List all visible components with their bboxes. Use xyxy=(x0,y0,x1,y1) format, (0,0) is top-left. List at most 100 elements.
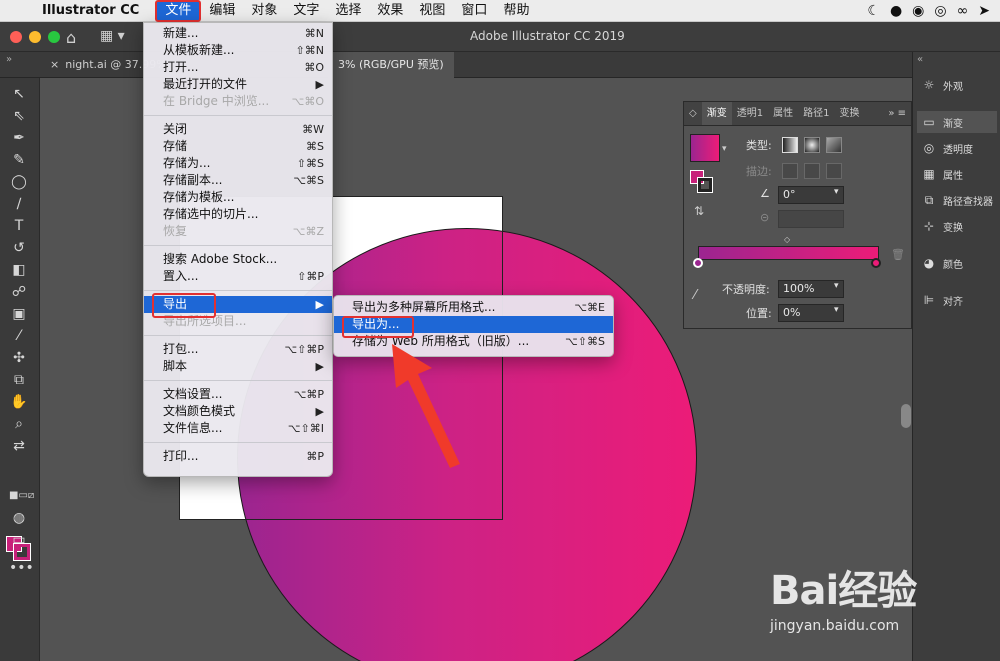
eyedropper-icon[interactable]: ⁄ xyxy=(694,288,696,303)
wechat-icon[interactable]: ◉ xyxy=(912,3,924,19)
tab-gradient[interactable]: 渐变 xyxy=(701,102,732,125)
radial-gradient-button[interactable] xyxy=(804,137,820,153)
reverse-gradient-icon[interactable]: ⇅ xyxy=(694,204,704,218)
tab-attributes[interactable]: 属性 xyxy=(768,102,798,125)
pen-tool-icon[interactable]: ✒ xyxy=(9,128,29,148)
menu-object[interactable]: 对象 xyxy=(243,0,285,22)
export-submenu-item[interactable]: 导出为... xyxy=(334,316,613,333)
file-menu-item[interactable]: 文档设置... ⌥⌘P xyxy=(144,386,332,403)
app-name-menu[interactable]: Illustrator CC xyxy=(36,3,145,18)
menu-window[interactable]: 窗口 xyxy=(453,0,495,22)
file-menu-item[interactable]: 存储 ⌘S xyxy=(144,138,332,155)
tab-close-icon[interactable]: × xyxy=(50,58,59,71)
menu-type[interactable]: 文字 xyxy=(285,0,327,22)
tab-pathfinder[interactable]: 路径1 xyxy=(798,102,834,125)
menu-view[interactable]: 视图 xyxy=(411,0,453,22)
curvature-tool-icon[interactable]: ✎ xyxy=(9,150,29,170)
location-dropdown-icon[interactable]: ▾ xyxy=(834,305,839,315)
type-tool-icon[interactable]: T xyxy=(9,216,29,236)
midpoint-icon[interactable]: ◇ xyxy=(784,235,790,244)
file-menu-item[interactable]: 打包... ⌥⇧⌘P xyxy=(144,341,332,358)
export-submenu-item[interactable]: 导出为多种屏幕所用格式... ⌥⌘E xyxy=(334,299,613,316)
tab-transform[interactable]: 变换 xyxy=(834,102,864,125)
tab-transparency[interactable]: 透明1 xyxy=(732,102,768,125)
minimize-window-button[interactable] xyxy=(29,31,41,43)
panel-appearance[interactable]: ☼ 外观 xyxy=(921,74,1000,96)
qq-icon[interactable]: ● xyxy=(890,3,902,19)
weibo-icon[interactable]: ◎ xyxy=(934,3,946,19)
freeform-gradient-button[interactable] xyxy=(826,137,842,153)
menu-help[interactable]: 帮助 xyxy=(495,0,537,22)
file-menu-item[interactable]: 关闭 ⌘W xyxy=(144,121,332,138)
file-menu-item[interactable]: 导出 ▶ xyxy=(144,296,332,313)
aspect-ratio-input[interactable] xyxy=(778,210,844,228)
eraser-tool-icon[interactable]: ◧ xyxy=(9,260,29,280)
file-menu-item[interactable]: 存储为... ⇧⌘S xyxy=(144,155,332,172)
panel-transparency[interactable]: ◎ 透明度 xyxy=(921,137,1000,159)
zoom-window-button[interactable] xyxy=(48,31,60,43)
moon-icon[interactable]: ☾ xyxy=(867,3,880,19)
selection-tool-icon[interactable]: ↖ xyxy=(9,84,29,104)
panel-grip-icon[interactable]: ◇ xyxy=(684,102,702,125)
file-menu-item[interactable]: 搜索 Adobe Stock... xyxy=(144,251,332,268)
color-mode-icons[interactable]: ■▭⧄ xyxy=(9,486,34,506)
tab-active-document[interactable]: 3% (RGB/GPU 预览) xyxy=(328,52,454,78)
file-menu-item[interactable]: 文件信息... ⌥⇧⌘I xyxy=(144,420,332,437)
gradient-stop-start[interactable] xyxy=(693,258,703,268)
expand-panels-icon[interactable]: « xyxy=(917,54,923,65)
draw-mode-icon[interactable]: ◍ xyxy=(9,508,29,528)
opacity-dropdown-icon[interactable]: ▾ xyxy=(834,281,839,291)
hand-tool-icon[interactable]: ✋ xyxy=(9,392,29,412)
panel-transform[interactable]: ⊹ 变换 xyxy=(921,215,1000,237)
collapse-panels-icon[interactable]: » xyxy=(6,54,12,65)
file-menu-item[interactable]: 置入... ⇧⌘P xyxy=(144,268,332,285)
file-menu-item[interactable]: 脚本 ▶ xyxy=(144,358,332,375)
file-menu-item[interactable]: 打印... ⌘P xyxy=(144,448,332,465)
file-menu-item[interactable]: 恢复 ⌥⌘Z xyxy=(144,223,332,240)
file-menu-item[interactable]: 新建... ⌘N xyxy=(144,25,332,42)
zoom-tool-icon[interactable]: ⌕ xyxy=(9,414,29,434)
panel-attributes[interactable]: ▦ 属性 xyxy=(921,163,1000,185)
direct-selection-tool-icon[interactable]: ⇖ xyxy=(9,106,29,126)
gradient-tool-icon[interactable]: ▣ xyxy=(9,304,29,324)
creative-cloud-icon[interactable]: ∞ xyxy=(957,3,969,19)
more-tools-icon[interactable]: ••• xyxy=(9,558,34,578)
ellipse-tool-icon[interactable]: ◯ xyxy=(9,172,29,192)
panel-align[interactable]: ⊫ 对齐 xyxy=(921,289,1000,311)
panel-pathfinder[interactable]: ⧉ 路径查找器 xyxy=(921,189,1000,211)
menu-edit[interactable]: 编辑 xyxy=(201,0,243,22)
gradient-preview-dropdown-icon[interactable]: ▾ xyxy=(722,144,727,154)
swap-fill-stroke-icon[interactable]: ⇄ xyxy=(9,436,29,456)
eyedropper-tool-icon[interactable]: ⁄ xyxy=(9,326,29,346)
file-menu-item[interactable]: 导出所选项目... xyxy=(144,313,332,330)
file-menu-item[interactable]: 打开... ⌘O xyxy=(144,59,332,76)
gradient-slider[interactable] xyxy=(698,246,879,260)
lasso-tool-icon[interactable]: ☍ xyxy=(9,282,29,302)
workspace-layout-icon[interactable]: ▦ ▾ xyxy=(100,28,125,44)
stroke-along-button[interactable] xyxy=(804,163,820,179)
stroke-across-button[interactable] xyxy=(826,163,842,179)
paintbrush-tool-icon[interactable]: ∕ xyxy=(9,194,29,214)
linear-gradient-button[interactable] xyxy=(782,137,798,153)
rotate-tool-icon[interactable]: ↺ xyxy=(9,238,29,258)
shape-builder-tool-icon[interactable]: ⧉ xyxy=(9,370,29,390)
panel-color[interactable]: ◕ 颜色 xyxy=(921,252,1000,274)
file-menu-item[interactable]: 文档颜色模式 ▶ xyxy=(144,403,332,420)
file-menu-item[interactable]: 存储选中的切片... xyxy=(144,206,332,223)
panel-gradient[interactable]: ▭ 渐变 xyxy=(917,111,997,133)
screen-mode-icon[interactable]: ▭ xyxy=(9,530,29,550)
file-menu-item[interactable]: 最近打开的文件 ▶ xyxy=(144,76,332,93)
menu-file[interactable]: 文件 xyxy=(155,0,202,22)
menu-effect[interactable]: 效果 xyxy=(369,0,411,22)
export-submenu-item[interactable]: 存储为 Web 所用格式（旧版）... ⌥⇧⌘S xyxy=(334,333,613,350)
gradient-preview-swatch[interactable] xyxy=(690,134,720,162)
send-icon[interactable]: ➤ xyxy=(978,3,990,19)
gradient-stop-end[interactable] xyxy=(871,258,881,268)
file-menu-item[interactable]: 从模板新建... ⇧⌘N xyxy=(144,42,332,59)
angle-dropdown-icon[interactable]: ▾ xyxy=(834,187,839,197)
file-menu-item[interactable]: 存储副本... ⌥⌘S xyxy=(144,172,332,189)
scroll-handle[interactable] xyxy=(901,404,911,428)
menu-select[interactable]: 选择 xyxy=(327,0,369,22)
panel-menu-icon[interactable]: » ≡ xyxy=(883,102,911,125)
delete-stop-icon[interactable]: 🗑 xyxy=(891,248,905,261)
